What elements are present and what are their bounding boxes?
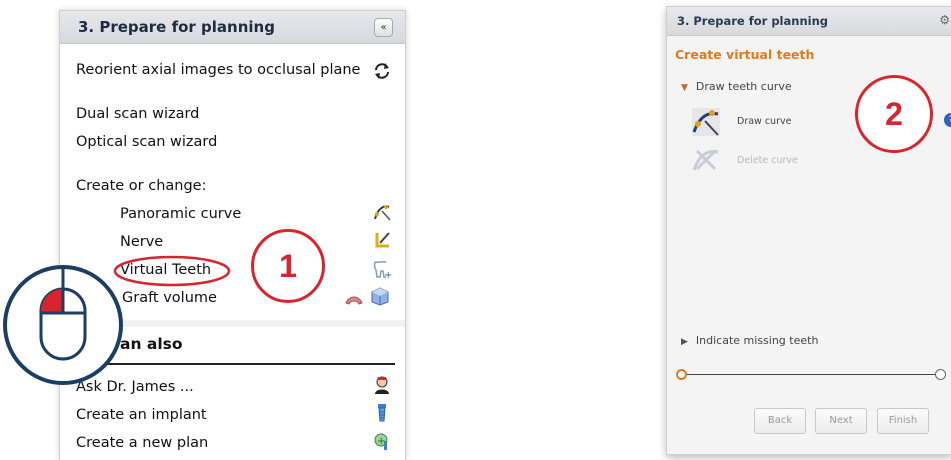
back-button[interactable]: Back — [754, 408, 806, 434]
section-divider — [70, 363, 395, 365]
wizard-header: 3. Prepare for planning ⚙ — [667, 7, 951, 36]
indicate-missing-teeth-label: Indicate missing teeth — [695, 334, 819, 347]
panel-body: Reorient axial images to occlusal plane … — [60, 44, 405, 320]
delete-curve-icon — [692, 149, 719, 171]
help-icon[interactable]: ? — [944, 113, 951, 127]
mouse-icon — [39, 269, 119, 361]
virtual-teeth-icon[interactable]: + — [372, 259, 392, 279]
virtual-teeth-highlight-ellipse — [113, 255, 231, 287]
reorient-icon[interactable] — [372, 61, 392, 81]
graft-volume-cube-icon[interactable] — [370, 286, 390, 306]
you-can-also-heading: an also — [120, 335, 183, 353]
create-new-plan-link[interactable]: Create a new plan — [76, 435, 208, 451]
prepare-planning-panel: 3. Prepare for planning « Reorient axial… — [59, 10, 406, 460]
create-implant-link[interactable]: Create an implant — [76, 407, 207, 423]
delete-curve-button: Delete curve — [737, 155, 798, 166]
panel-title: 3. Prepare for planning — [78, 18, 275, 36]
implant-icon[interactable] — [372, 403, 392, 423]
nerve-link[interactable]: Nerve — [120, 234, 163, 250]
draw-curve-button[interactable]: Draw curve — [737, 116, 791, 127]
wizard-title: 3. Prepare for planning — [677, 14, 828, 28]
wizard-section-title: Create virtual teeth — [675, 47, 815, 62]
create-or-change-label: Create or change: — [76, 178, 207, 194]
panoramic-curve-icon[interactable] — [372, 202, 392, 222]
new-plan-icon[interactable]: + — [372, 431, 392, 451]
draw-teeth-curve-label: Draw teeth curve — [695, 80, 792, 93]
finish-button[interactable]: Finish — [877, 408, 929, 434]
step-1-callout: 1 — [251, 229, 325, 303]
collapse-icon[interactable]: « — [374, 18, 393, 37]
progress-end-node — [935, 369, 946, 380]
expand-down-icon: ▼ — [681, 83, 688, 93]
nerve-icon[interactable] — [372, 230, 392, 250]
draw-teeth-curve-group[interactable]: ▼ Draw teeth curve — [681, 80, 792, 93]
next-button[interactable]: Next — [815, 408, 867, 434]
doctor-avatar-icon[interactable] — [372, 375, 392, 395]
svg-text:+: + — [377, 436, 385, 447]
svg-text:+: + — [384, 270, 392, 279]
ask-dr-james-link[interactable]: Ask Dr. James ... — [76, 379, 194, 395]
expand-right-icon: ▶ — [681, 337, 688, 347]
reorient-axial-link[interactable]: Reorient axial images to occlusal plane — [76, 62, 360, 78]
wizard-progress-track — [681, 374, 935, 375]
virtual-teeth-wizard-panel: 3. Prepare for planning ⚙ Create virtual… — [666, 6, 951, 455]
panel-header: 3. Prepare for planning « — [60, 11, 405, 44]
indicate-missing-teeth-group[interactable]: ▶ Indicate missing teeth — [681, 334, 818, 347]
progress-start-node — [676, 369, 687, 380]
draw-curve-icon[interactable] — [691, 107, 721, 137]
gear-icon[interactable]: ⚙ — [939, 13, 950, 27]
graft-shape-icon[interactable] — [344, 289, 364, 309]
graft-volume-link[interactable]: Graft volume — [122, 290, 217, 306]
step-2-callout: 2 — [855, 75, 933, 153]
panoramic-curve-link[interactable]: Panoramic curve — [120, 206, 241, 222]
mouse-click-badge — [3, 265, 123, 385]
optical-scan-wizard-link[interactable]: Optical scan wizard — [76, 134, 217, 150]
dual-scan-wizard-link[interactable]: Dual scan wizard — [76, 106, 199, 122]
